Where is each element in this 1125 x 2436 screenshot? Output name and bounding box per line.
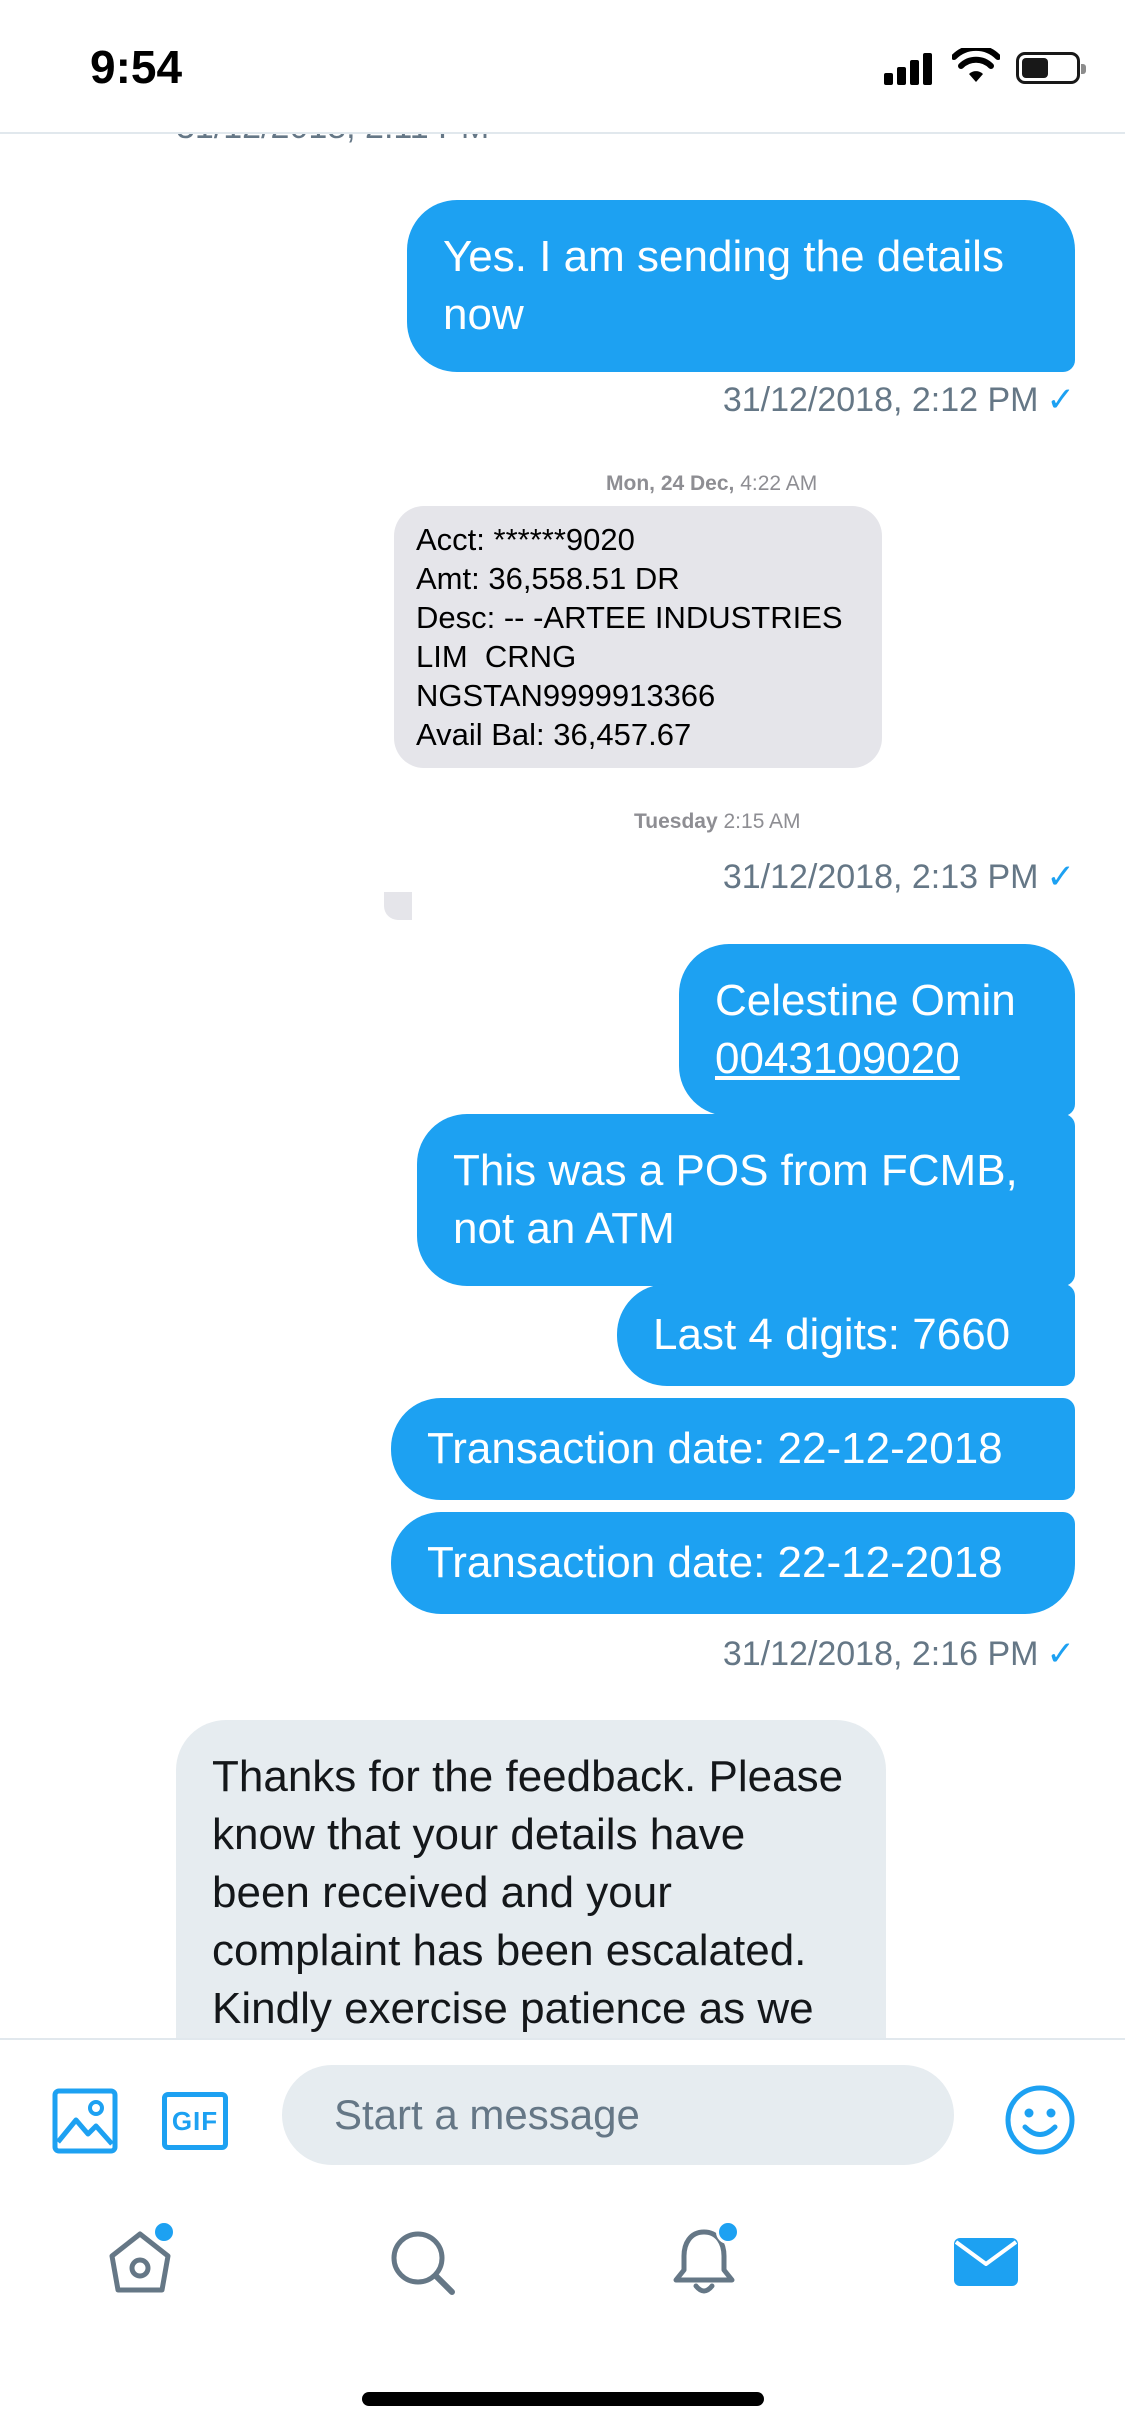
- gif-button[interactable]: GIF: [162, 2092, 228, 2150]
- message-bubble-outgoing[interactable]: Transaction date: 22-12-2018: [391, 1512, 1075, 1614]
- message-bubble-outgoing[interactable]: Transaction date: 22-12-2018: [391, 1398, 1075, 1500]
- sms-line: NGSTAN9999913366: [416, 678, 716, 713]
- tab-home[interactable]: [104, 2220, 176, 2298]
- message-bubble-incoming[interactable]: Thanks for the feedback. Please know tha…: [176, 1720, 886, 2038]
- sms-line: Avail Bal: 36,457.67: [416, 717, 692, 752]
- unread-dot: [716, 2220, 740, 2244]
- sms-line: Amt: 36,558.51 DR: [416, 561, 680, 596]
- wifi-icon: [951, 44, 1001, 89]
- message-timestamp: 31/12/2018, 2:16 PM ✓: [722, 1635, 1076, 1673]
- message-composer: GIF: [0, 2038, 1125, 2190]
- emoji-icon[interactable]: [1004, 2084, 1076, 2161]
- image-attachment[interactable]: Mon, 24 Dec, 4:22 AM Acct: ******9020 Am…: [380, 472, 900, 972]
- search-icon: [386, 2231, 458, 2302]
- message-timestamp: 31/12/2018, 2:13 PM ✓: [722, 858, 1076, 896]
- account-number-link[interactable]: 0043109020: [715, 1030, 1039, 1088]
- mail-icon: [950, 2238, 1022, 2302]
- message-text: Celestine Omin: [715, 976, 1016, 1025]
- status-icons: [884, 44, 1086, 89]
- message-bubble-outgoing[interactable]: This was a POS from FCMB, not an ATM: [417, 1114, 1075, 1286]
- home-indicator: [362, 2392, 764, 2406]
- sms-date-header: Mon, 24 Dec, 4:22 AM: [606, 472, 818, 495]
- message-input[interactable]: [282, 2065, 954, 2165]
- tab-notifications[interactable]: [668, 2220, 740, 2298]
- battery-icon: [1016, 52, 1086, 84]
- sms-line: LIM CRNG: [416, 639, 577, 674]
- image-icon[interactable]: [52, 2088, 118, 2159]
- status-bar: 9:54: [0, 0, 1125, 134]
- message-bubble-outgoing[interactable]: Celestine Omin 0043109020: [679, 944, 1075, 1116]
- sms-tail: [384, 892, 412, 920]
- home-icon: [104, 2231, 176, 2302]
- sms-line: Acct: ******9020: [416, 522, 635, 557]
- tab-search[interactable]: [386, 2226, 458, 2298]
- sent-check-icon: ✓: [1046, 381, 1076, 419]
- sms-bubble: Acct: ******9020 Amt: 36,558.51 DR Desc:…: [394, 506, 882, 768]
- message-bubble-outgoing[interactable]: Last 4 digits: 7660: [617, 1284, 1075, 1386]
- sent-check-icon: ✓: [1046, 858, 1076, 896]
- message-timestamp: 31/12/2018, 2:12 PM ✓: [722, 381, 1076, 419]
- cellular-signal-icon: [884, 51, 936, 85]
- sent-check-icon: ✓: [1046, 1635, 1076, 1673]
- timestamp: 31/12/2018, 2:11 PM: [176, 132, 489, 147]
- unread-dot: [152, 2220, 176, 2244]
- tab-messages[interactable]: [950, 2226, 1022, 2298]
- tab-bar: [0, 2188, 1125, 2328]
- bell-icon: [668, 2229, 740, 2302]
- sms-line: Desc: -- -ARTEE INDUSTRIES: [416, 600, 843, 635]
- conversation[interactable]: 31/12/2018, 2:11 PM Yes. I am sending th…: [0, 132, 1125, 2038]
- message-bubble-outgoing[interactable]: Yes. I am sending the details now: [407, 200, 1075, 372]
- sms-footer: Tuesday 2:15 AM: [634, 810, 801, 833]
- status-time: 9:54: [90, 41, 183, 93]
